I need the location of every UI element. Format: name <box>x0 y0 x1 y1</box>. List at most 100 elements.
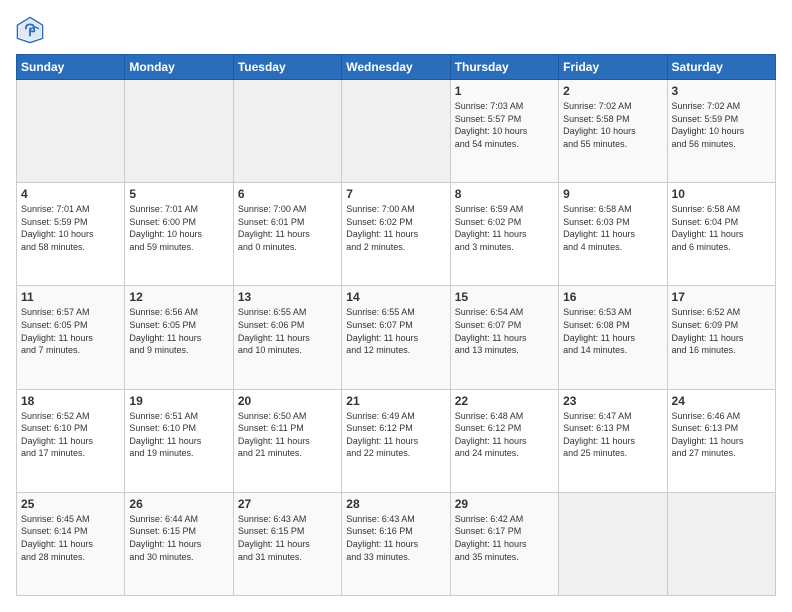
weekday-header-row: SundayMondayTuesdayWednesdayThursdayFrid… <box>17 55 776 80</box>
day-number: 5 <box>129 187 228 201</box>
calendar-cell: 6 Sunrise: 7:00 AM Sunset: 6:01 PM Daylig… <box>233 183 341 286</box>
day-info: Sunrise: 6:54 AM Sunset: 6:07 PM Dayligh… <box>455 306 554 356</box>
calendar-cell: 29Sunrise: 6:42 AM Sunset: 6:17 PM Dayli… <box>450 492 558 595</box>
calendar-cell: 26 Sunrise: 6:44 AM Sunset: 6:15 PM Dayli… <box>125 492 233 595</box>
calendar-cell: 24 Sunrise: 6:46 AM Sunset: 6:13 PM Dayli… <box>667 389 775 492</box>
calendar-cell: 17 Sunrise: 6:52 AM Sunset: 6:09 PM Dayli… <box>667 286 775 389</box>
calendar-cell: 3 Sunrise: 7:02 AM Sunset: 5:59 PM Daylig… <box>667 80 775 183</box>
calendar-cell: 7Sunrise: 7:00 AM Sunset: 6:02 PM Daylig… <box>342 183 450 286</box>
calendar-cell: 12 Sunrise: 6:56 AM Sunset: 6:05 PM Dayli… <box>125 286 233 389</box>
day-info: Sunrise: 6:42 AM Sunset: 6:17 PM Dayligh… <box>455 513 554 563</box>
calendar-cell: 11Sunrise: 6:57 AM Sunset: 6:05 PM Dayli… <box>17 286 125 389</box>
day-number: 25 <box>21 497 120 511</box>
day-number: 28 <box>346 497 445 511</box>
calendar-week-row: 11Sunrise: 6:57 AM Sunset: 6:05 PM Dayli… <box>17 286 776 389</box>
calendar-cell: 13 Sunrise: 6:55 AM Sunset: 6:06 PM Dayli… <box>233 286 341 389</box>
day-info: Sunrise: 7:02 AM Sunset: 5:59 PM Dayligh… <box>672 100 771 150</box>
day-info: Sunrise: 6:45 AM Sunset: 6:14 PM Dayligh… <box>21 513 120 563</box>
page: SundayMondayTuesdayWednesdayThursdayFrid… <box>0 0 792 612</box>
day-info: Sunrise: 6:55 AM Sunset: 6:07 PM Dayligh… <box>346 306 445 356</box>
calendar-cell <box>559 492 667 595</box>
day-number: 19 <box>129 394 228 408</box>
day-number: 4 <box>21 187 120 201</box>
calendar-cell <box>17 80 125 183</box>
day-number: 1 <box>455 84 554 98</box>
day-number: 21 <box>346 394 445 408</box>
day-number: 16 <box>563 290 662 304</box>
calendar-cell: 4 Sunrise: 7:01 AM Sunset: 5:59 PM Daylig… <box>17 183 125 286</box>
calendar-cell: 15Sunrise: 6:54 AM Sunset: 6:07 PM Dayli… <box>450 286 558 389</box>
weekday-header: Wednesday <box>342 55 450 80</box>
calendar-cell: 25 Sunrise: 6:45 AM Sunset: 6:14 PM Dayli… <box>17 492 125 595</box>
day-info: Sunrise: 6:44 AM Sunset: 6:15 PM Dayligh… <box>129 513 228 563</box>
calendar-cell: 20 Sunrise: 6:50 AM Sunset: 6:11 PM Dayli… <box>233 389 341 492</box>
day-info: Sunrise: 7:00 AM Sunset: 6:02 PM Dayligh… <box>346 203 445 253</box>
day-number: 13 <box>238 290 337 304</box>
weekday-header: Sunday <box>17 55 125 80</box>
day-number: 8 <box>455 187 554 201</box>
day-info: Sunrise: 6:56 AM Sunset: 6:05 PM Dayligh… <box>129 306 228 356</box>
weekday-header: Friday <box>559 55 667 80</box>
day-info: Sunrise: 6:49 AM Sunset: 6:12 PM Dayligh… <box>346 410 445 460</box>
calendar-cell: 2 Sunrise: 7:02 AM Sunset: 5:58 PM Daylig… <box>559 80 667 183</box>
calendar-cell: 28 Sunrise: 6:43 AM Sunset: 6:16 PM Dayli… <box>342 492 450 595</box>
day-info: Sunrise: 6:47 AM Sunset: 6:13 PM Dayligh… <box>563 410 662 460</box>
calendar-week-row: 4 Sunrise: 7:01 AM Sunset: 5:59 PM Daylig… <box>17 183 776 286</box>
day-number: 9 <box>563 187 662 201</box>
calendar-cell: 22 Sunrise: 6:48 AM Sunset: 6:12 PM Dayli… <box>450 389 558 492</box>
weekday-header: Saturday <box>667 55 775 80</box>
calendar-cell <box>125 80 233 183</box>
calendar-cell: 27 Sunrise: 6:43 AM Sunset: 6:15 PM Dayli… <box>233 492 341 595</box>
day-number: 6 <box>238 187 337 201</box>
calendar-cell: 23Sunrise: 6:47 AM Sunset: 6:13 PM Dayli… <box>559 389 667 492</box>
day-info: Sunrise: 7:03 AM Sunset: 5:57 PM Dayligh… <box>455 100 554 150</box>
day-info: Sunrise: 6:53 AM Sunset: 6:08 PM Dayligh… <box>563 306 662 356</box>
day-info: Sunrise: 6:43 AM Sunset: 6:16 PM Dayligh… <box>346 513 445 563</box>
day-number: 22 <box>455 394 554 408</box>
calendar-cell: 10 Sunrise: 6:58 AM Sunset: 6:04 PM Dayli… <box>667 183 775 286</box>
day-number: 14 <box>346 290 445 304</box>
calendar-cell: 8Sunrise: 6:59 AM Sunset: 6:02 PM Daylig… <box>450 183 558 286</box>
calendar-week-row: 25 Sunrise: 6:45 AM Sunset: 6:14 PM Dayli… <box>17 492 776 595</box>
weekday-header: Thursday <box>450 55 558 80</box>
day-info: Sunrise: 6:58 AM Sunset: 6:03 PM Dayligh… <box>563 203 662 253</box>
calendar-week-row: 1 Sunrise: 7:03 AM Sunset: 5:57 PM Daylig… <box>17 80 776 183</box>
weekday-header: Monday <box>125 55 233 80</box>
day-info: Sunrise: 7:02 AM Sunset: 5:58 PM Dayligh… <box>563 100 662 150</box>
day-info: Sunrise: 7:01 AM Sunset: 5:59 PM Dayligh… <box>21 203 120 253</box>
day-number: 2 <box>563 84 662 98</box>
logo <box>16 16 48 44</box>
day-info: Sunrise: 6:52 AM Sunset: 6:09 PM Dayligh… <box>672 306 771 356</box>
day-number: 18 <box>21 394 120 408</box>
calendar-table: SundayMondayTuesdayWednesdayThursdayFrid… <box>16 54 776 596</box>
day-info: Sunrise: 7:01 AM Sunset: 6:00 PM Dayligh… <box>129 203 228 253</box>
day-number: 3 <box>672 84 771 98</box>
day-info: Sunrise: 6:52 AM Sunset: 6:10 PM Dayligh… <box>21 410 120 460</box>
day-number: 26 <box>129 497 228 511</box>
day-info: Sunrise: 6:46 AM Sunset: 6:13 PM Dayligh… <box>672 410 771 460</box>
day-number: 10 <box>672 187 771 201</box>
weekday-header: Tuesday <box>233 55 341 80</box>
calendar-cell: 18 Sunrise: 6:52 AM Sunset: 6:10 PM Dayli… <box>17 389 125 492</box>
day-info: Sunrise: 6:48 AM Sunset: 6:12 PM Dayligh… <box>455 410 554 460</box>
day-info: Sunrise: 6:57 AM Sunset: 6:05 PM Dayligh… <box>21 306 120 356</box>
day-number: 27 <box>238 497 337 511</box>
day-info: Sunrise: 6:55 AM Sunset: 6:06 PM Dayligh… <box>238 306 337 356</box>
day-number: 12 <box>129 290 228 304</box>
day-info: Sunrise: 7:00 AM Sunset: 6:01 PM Dayligh… <box>238 203 337 253</box>
day-number: 20 <box>238 394 337 408</box>
day-info: Sunrise: 6:43 AM Sunset: 6:15 PM Dayligh… <box>238 513 337 563</box>
day-info: Sunrise: 6:51 AM Sunset: 6:10 PM Dayligh… <box>129 410 228 460</box>
calendar-cell: 1 Sunrise: 7:03 AM Sunset: 5:57 PM Daylig… <box>450 80 558 183</box>
logo-icon <box>16 16 44 44</box>
header <box>16 16 776 44</box>
day-number: 24 <box>672 394 771 408</box>
calendar-cell: 9 Sunrise: 6:58 AM Sunset: 6:03 PM Daylig… <box>559 183 667 286</box>
day-number: 17 <box>672 290 771 304</box>
calendar-cell: 14 Sunrise: 6:55 AM Sunset: 6:07 PM Dayli… <box>342 286 450 389</box>
calendar-cell <box>342 80 450 183</box>
calendar-cell <box>667 492 775 595</box>
day-info: Sunrise: 6:58 AM Sunset: 6:04 PM Dayligh… <box>672 203 771 253</box>
day-info: Sunrise: 6:50 AM Sunset: 6:11 PM Dayligh… <box>238 410 337 460</box>
calendar-cell: 16 Sunrise: 6:53 AM Sunset: 6:08 PM Dayli… <box>559 286 667 389</box>
